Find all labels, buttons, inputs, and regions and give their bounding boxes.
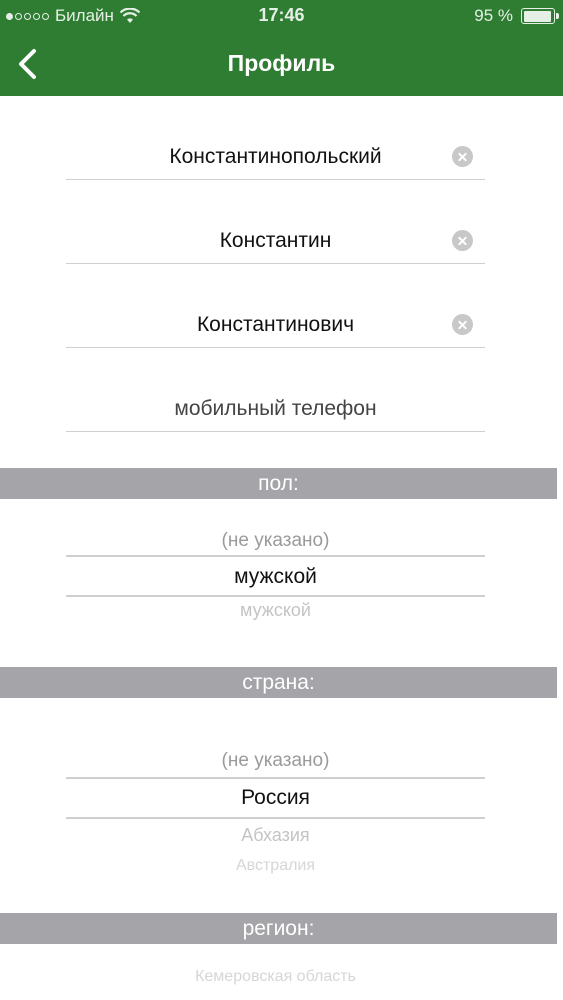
picker-divider (66, 817, 485, 819)
picker-option[interactable]: Абхазия (66, 825, 485, 846)
phone-field[interactable]: мобильный телефон (66, 382, 485, 432)
picker-divider (66, 595, 485, 597)
gender-header: пол: (0, 468, 557, 499)
middle-name-value: Константинович (196, 313, 355, 336)
phone-placeholder: мобильный телефон (174, 397, 377, 420)
clear-icon[interactable] (452, 314, 473, 335)
picker-option[interactable]: (не указано) (66, 750, 485, 772)
last-name-value: Константинопольский (169, 145, 382, 168)
profile-screen: Билайн 17:46 95 % Профиль Константинопол… (0, 0, 563, 1000)
picker-option[interactable]: мужской (66, 600, 485, 621)
picker-divider (66, 777, 485, 779)
page-title: Профиль (227, 50, 336, 76)
picker-divider (66, 555, 485, 557)
status-bar: Билайн 17:46 95 % (0, 0, 563, 32)
region-header: регион: (0, 913, 557, 944)
first-name-value: Константин (219, 229, 332, 252)
nav-bar: Профиль (0, 32, 563, 96)
first-name-field[interactable]: Константин (66, 214, 485, 264)
country-header: страна: (0, 667, 557, 698)
picker-option[interactable]: (не указано) (66, 530, 485, 552)
middle-name-field[interactable]: Константинович (66, 298, 485, 348)
clear-icon[interactable] (452, 146, 473, 167)
picker-selected-option[interactable]: Россия (66, 786, 485, 810)
status-right: 95 % (474, 6, 559, 26)
battery-percent: 95 % (474, 6, 513, 25)
clear-icon[interactable] (452, 230, 473, 251)
picker-option[interactable]: Австралия (66, 857, 485, 875)
battery-icon (521, 8, 559, 24)
last-name-field[interactable]: Константинопольский (66, 130, 485, 180)
picker-option[interactable]: Кемеровская область (66, 968, 485, 986)
picker-selected-option[interactable]: мужской (66, 565, 485, 589)
